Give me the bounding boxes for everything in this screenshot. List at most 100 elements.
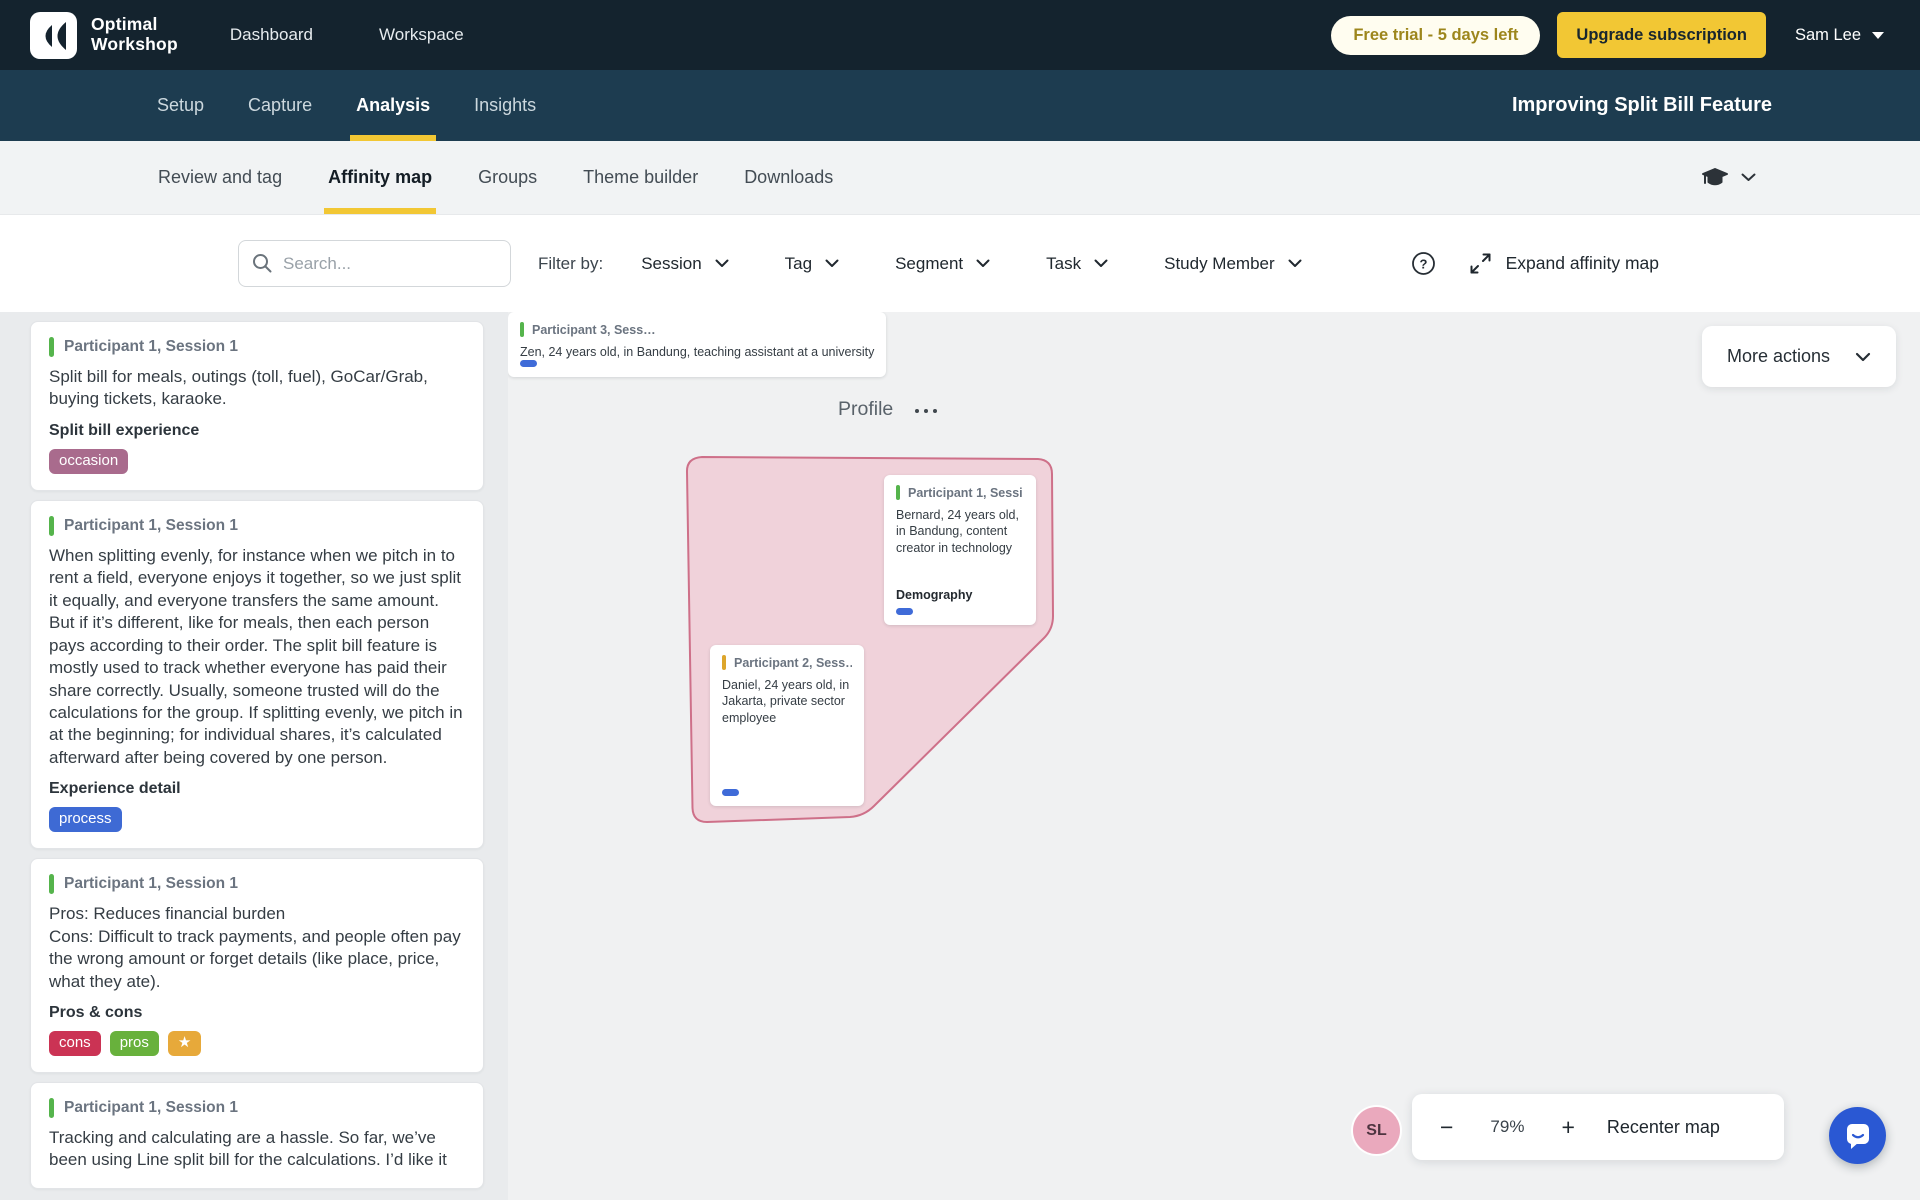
user-menu[interactable]: Sam Lee (1795, 26, 1884, 45)
notes-panel[interactable]: Participant 1, Session 1 Split bill for … (0, 312, 508, 1200)
mini-tag-indicator (722, 789, 739, 796)
map-note-card[interactable]: Participant 3, Sess… Zen, 24 years old, … (508, 312, 887, 378)
affinity-map-canvas[interactable]: More actions Profile Participant 1, Sess… (508, 312, 1920, 1200)
learn-graduation-cap-icon[interactable] (1701, 166, 1729, 190)
note-tags: process (49, 807, 465, 833)
note-card[interactable]: Participant 1, Session 1 Split bill for … (30, 321, 484, 491)
chat-launcher-button[interactable] (1829, 1107, 1886, 1164)
map-note-card[interactable]: Participant 1, Sessi… Bernard, 24 years … (884, 475, 1036, 625)
caret-down-icon (1872, 31, 1884, 39)
filter-dropdown-label: Tag (784, 253, 813, 273)
chevron-down-icon (1094, 259, 1108, 268)
tag-pill[interactable]: cons (49, 1031, 101, 1056)
session-accent-bar (49, 515, 54, 536)
optimal-workshop-brand[interactable]: Optimal Workshop (30, 11, 178, 59)
recenter-map-button[interactable]: Recenter map (1607, 1117, 1720, 1138)
map-note-participant-label: Participant 2, Sess… (734, 655, 852, 670)
tag-pill[interactable]: process (49, 807, 122, 833)
session-accent-bar (722, 655, 726, 670)
map-note-text: Zen, 24 years old, in Bandung, teaching … (520, 345, 875, 359)
study-tab[interactable]: Setup (157, 70, 204, 141)
zoom-out-button[interactable]: − (1440, 1115, 1453, 1139)
map-note-text: Daniel, 24 years old, in Jakarta, privat… (722, 678, 850, 725)
note-text: Tracking and calculating are a hassle. S… (49, 1128, 447, 1170)
note-text: When splitting evenly, for instance when… (49, 545, 463, 767)
analysis-tabs: Review and tag Affinity map Groups Theme… (158, 141, 833, 214)
analysis-tab[interactable]: Affinity map (324, 141, 437, 214)
optimal-workshop-logo-icon (30, 11, 77, 59)
help-icon[interactable]: ? (1411, 251, 1436, 276)
expand-affinity-map-label: Expand affinity map (1505, 253, 1659, 273)
filter-dropdown[interactable]: Study Member (1164, 254, 1302, 274)
analysis-tab[interactable]: Review and tag (158, 141, 282, 214)
mini-tag-indicator (520, 360, 537, 368)
session-accent-bar (49, 1098, 54, 1118)
analysis-tab[interactable]: Theme builder (583, 141, 698, 214)
map-note-text: Bernard, 24 years old, in Bandung, conte… (896, 508, 1019, 555)
study-nav-bar: Setup Capture Analysis Insights Improvin… (0, 70, 1920, 141)
avatar[interactable]: SL (1353, 1107, 1400, 1154)
filter-dropdown[interactable]: Segment (895, 254, 990, 274)
tag-pill[interactable]: occasion (49, 448, 129, 474)
filter-by-label: Filter by: (538, 253, 604, 273)
note-text: Pros: Reduces financial burden Cons: Dif… (49, 904, 461, 991)
filter-dropdown-label: Task (1046, 253, 1082, 273)
analysis-tab[interactable]: Groups (478, 141, 537, 214)
top-nav-link[interactable]: Dashboard (230, 25, 313, 45)
note-tag-group-label: Experience detail (49, 780, 181, 798)
svg-text:?: ? (1419, 257, 1427, 272)
upgrade-subscription-button[interactable]: Upgrade subscription (1557, 12, 1766, 58)
expand-affinity-map-button[interactable]: Expand affinity map (1468, 251, 1659, 276)
chevron-down-icon (825, 259, 839, 268)
session-accent-bar (520, 322, 524, 337)
note-card[interactable]: Participant 1, Session 1 Pros: Reduces f… (30, 858, 484, 1073)
note-participant-label: Participant 1, Session 1 (64, 338, 239, 355)
chevron-down-icon (1288, 259, 1302, 268)
study-tab[interactable]: Analysis (350, 70, 437, 141)
map-note-participant-label: Participant 1, Sessi… (908, 485, 1024, 500)
filter-dropdown-label: Session (641, 253, 702, 273)
study-tab[interactable]: Insights (474, 70, 536, 141)
top-nav: Dashboard Workspace (230, 25, 464, 45)
filter-bar: Filter by: Session Tag Segment (0, 215, 1920, 312)
filter-dropdowns: Session Tag Segment Task Study Member (641, 253, 1302, 274)
filter-dropdown[interactable]: Tag (785, 254, 839, 274)
free-trial-badge: Free trial - 5 days left (1331, 15, 1541, 55)
note-tags: cons pros ★ (49, 1031, 465, 1056)
top-bar: Optimal Workshop Dashboard Workspace Fre… (0, 0, 1920, 70)
note-card[interactable]: Participant 1, Session 1 When splitting … (30, 499, 484, 850)
zoom-controls: − 79% + Recenter map (1412, 1094, 1784, 1160)
search-icon (251, 252, 273, 279)
note-text: Split bill for meals, outings (toll, fue… (49, 367, 428, 409)
top-nav-link[interactable]: Workspace (379, 25, 464, 45)
filter-dropdown[interactable]: Session (641, 253, 729, 274)
mini-tag-indicator (896, 608, 913, 615)
zoom-level: 79% (1490, 1117, 1525, 1136)
map-note-card[interactable]: Participant 2, Sess… Daniel, 24 years ol… (710, 645, 864, 806)
search-input[interactable] (238, 240, 511, 287)
session-accent-bar (49, 337, 54, 357)
brand-name: Optimal Workshop (91, 14, 178, 54)
map-note-participant-label: Participant 3, Sess… (532, 322, 656, 337)
note-tag-group-label: Split bill experience (49, 421, 200, 439)
note-participant-label: Participant 1, Session 1 (64, 875, 239, 893)
note-tags: occasion (49, 448, 465, 474)
filter-dropdown-label: Segment (895, 253, 964, 273)
map-note-tag-group-label: Demography (896, 588, 973, 602)
tag-pill[interactable]: ★ (167, 1031, 202, 1056)
group-menu-icon[interactable] (915, 406, 938, 413)
filter-dropdown[interactable]: Task (1046, 254, 1108, 274)
study-tab[interactable]: Capture (248, 70, 312, 141)
more-actions-button[interactable]: More actions (1702, 326, 1896, 387)
group-title[interactable]: Profile (838, 398, 893, 421)
zoom-in-button[interactable]: + (1561, 1115, 1574, 1139)
note-card[interactable]: Participant 1, Session 1 Tracking and ca… (30, 1082, 484, 1189)
user-name: Sam Lee (1794, 25, 1861, 44)
tag-pill[interactable]: pros (109, 1031, 159, 1056)
analysis-tab[interactable]: Downloads (744, 141, 833, 214)
expand-arrows-icon (1468, 251, 1493, 276)
study-title: Improving Split Bill Feature (1511, 94, 1772, 116)
session-accent-bar (49, 874, 54, 895)
learn-chevron-down-icon[interactable] (1741, 173, 1756, 182)
chevron-down-icon (1855, 352, 1871, 362)
